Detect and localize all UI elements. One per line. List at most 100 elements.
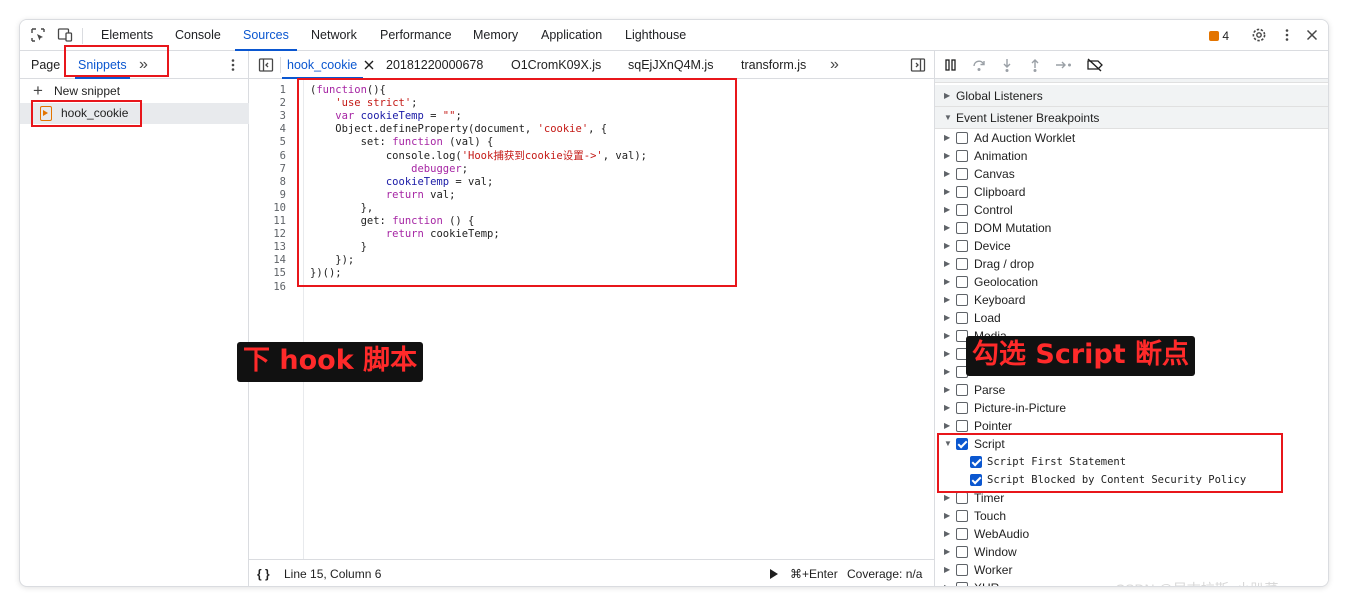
breakpoint-checkbox[interactable]	[956, 312, 968, 324]
breakpoint-checkbox[interactable]	[956, 276, 968, 288]
expand-arrow-icon[interactable]: ▶	[944, 255, 950, 273]
expand-arrow-icon[interactable]: ▶	[944, 219, 950, 237]
section-global-listeners[interactable]: ▶ Global Listeners	[935, 85, 1328, 107]
breakpoint-category-dom-mutation[interactable]: ▶ DOM Mutation	[935, 219, 1328, 237]
breakpoint-checkbox[interactable]	[970, 456, 982, 468]
tab-page[interactable]: Page	[31, 51, 60, 79]
expand-arrow-icon[interactable]: ▶	[944, 273, 950, 291]
breakpoint-checkbox[interactable]	[956, 186, 968, 198]
tab-memory[interactable]: Memory	[473, 20, 518, 51]
breakpoint-checkbox[interactable]	[956, 438, 968, 450]
tab-sources[interactable]: Sources	[235, 20, 297, 51]
expand-arrow-icon[interactable]: ▶	[944, 309, 950, 327]
breakpoint-category-timer[interactable]: ▶ Timer	[935, 489, 1328, 507]
toggle-navigator-icon[interactable]	[258, 57, 274, 73]
expand-arrow-icon[interactable]: ▶	[944, 363, 950, 381]
breakpoint-checkbox[interactable]	[956, 510, 968, 522]
breakpoint-category-canvas[interactable]: ▶ Canvas	[935, 165, 1328, 183]
tab-performance[interactable]: Performance	[380, 20, 452, 51]
more-tabs-chevron-icon[interactable]: »	[139, 51, 148, 79]
expand-arrow-icon[interactable]: ▶	[944, 579, 950, 586]
snippet-item-hook-cookie[interactable]: hook_cookie	[20, 103, 249, 124]
editor-tab-2[interactable]: 20181220000678	[386, 51, 483, 79]
breakpoint-category-worker[interactable]: ▶ Worker	[935, 561, 1328, 579]
breakpoint-category-pointer[interactable]: ▶ Pointer	[935, 417, 1328, 435]
tab-console[interactable]: Console	[175, 20, 221, 51]
step-into-icon[interactable]	[999, 57, 1015, 73]
breakpoint-category-load[interactable]: ▶ Load	[935, 309, 1328, 327]
breakpoint-category-keyboard[interactable]: ▶ Keyboard	[935, 291, 1328, 309]
breakpoint-subitem[interactable]: Script Blocked by Content Security Polic…	[935, 471, 1328, 489]
expand-arrow-icon[interactable]: ▶	[944, 399, 950, 417]
more-editor-tabs-chevron-icon[interactable]: »	[830, 51, 839, 79]
step-icon[interactable]	[1054, 57, 1074, 73]
expand-arrow-icon[interactable]: ▶	[944, 543, 950, 561]
step-out-icon[interactable]	[1027, 57, 1043, 73]
expand-arrow-icon[interactable]: ▶	[944, 327, 950, 345]
breakpoint-checkbox[interactable]	[956, 402, 968, 414]
editor-tab-3[interactable]: O1CromK09X.js	[511, 51, 601, 79]
breakpoint-category-clipboard[interactable]: ▶ Clipboard	[935, 183, 1328, 201]
breakpoint-subitem[interactable]: Script First Statement	[935, 453, 1328, 471]
breakpoint-checkbox[interactable]	[956, 168, 968, 180]
expand-arrow-icon[interactable]: ▶	[944, 345, 950, 363]
editor-tab-4[interactable]: sqEjJXnQ4M.js	[628, 51, 713, 79]
editor-tab-hook-cookie[interactable]: hook_cookie	[281, 51, 364, 79]
expand-arrow-icon[interactable]: ▶	[944, 201, 950, 219]
breakpoint-category-animation[interactable]: ▶ Animation	[935, 147, 1328, 165]
expand-arrow-icon[interactable]: ▶	[944, 183, 950, 201]
close-tab-icon[interactable]	[362, 58, 376, 72]
close-devtools-icon[interactable]	[1304, 27, 1320, 43]
expand-arrow-icon[interactable]: ▶	[944, 561, 950, 579]
navigator-menu-icon[interactable]	[227, 57, 239, 73]
breakpoint-category-parse[interactable]: ▶ Parse	[935, 381, 1328, 399]
pretty-print-icon[interactable]: { }	[257, 560, 270, 586]
breakpoint-checkbox[interactable]	[956, 582, 968, 586]
settings-gear-icon[interactable]	[1251, 27, 1267, 43]
breakpoint-checkbox[interactable]	[956, 240, 968, 252]
code-editor[interactable]: (function(){ 'use strict'; var cookieTem…	[249, 79, 935, 559]
run-shortcut[interactable]: ⌘+Enter	[790, 560, 838, 586]
expand-arrow-icon[interactable]: ▶	[944, 381, 950, 399]
more-options-icon[interactable]	[1279, 27, 1295, 43]
tab-application[interactable]: Application	[541, 20, 602, 51]
breakpoint-checkbox[interactable]	[956, 132, 968, 144]
breakpoint-category-window[interactable]: ▶ Window	[935, 543, 1328, 561]
breakpoint-category-geolocation[interactable]: ▶ Geolocation	[935, 273, 1328, 291]
expand-arrow-icon[interactable]: ▶	[944, 489, 950, 507]
step-over-icon[interactable]	[971, 57, 987, 73]
device-toolbar-icon[interactable]	[57, 27, 73, 43]
breakpoint-checkbox[interactable]	[956, 150, 968, 162]
breakpoint-category-device[interactable]: ▶ Device	[935, 237, 1328, 255]
section-event-listener-breakpoints[interactable]: ▼ Event Listener Breakpoints	[935, 107, 1328, 129]
expand-arrow-icon[interactable]: ▶	[944, 525, 950, 543]
expand-arrow-icon[interactable]: ▶	[944, 147, 950, 165]
breakpoint-checkbox[interactable]	[956, 420, 968, 432]
editor-tab-5[interactable]: transform.js	[741, 51, 806, 79]
breakpoint-category-script[interactable]: ▼ Script	[935, 435, 1328, 453]
breakpoint-checkbox[interactable]	[956, 564, 968, 576]
tab-snippets[interactable]: Snippets	[75, 51, 130, 79]
breakpoint-checkbox[interactable]	[956, 258, 968, 270]
breakpoint-checkbox[interactable]	[956, 546, 968, 558]
tab-elements[interactable]: Elements	[101, 20, 153, 51]
expand-arrow-icon[interactable]: ▶	[944, 237, 950, 255]
breakpoint-checkbox[interactable]	[956, 492, 968, 504]
breakpoint-checkbox[interactable]	[970, 474, 982, 486]
deactivate-breakpoints-icon[interactable]	[1086, 57, 1104, 73]
breakpoint-category-webaudio[interactable]: ▶ WebAudio	[935, 525, 1328, 543]
breakpoint-checkbox[interactable]	[956, 294, 968, 306]
tab-lighthouse[interactable]: Lighthouse	[625, 20, 686, 51]
breakpoint-category-picture-in-picture[interactable]: ▶ Picture-in-Picture	[935, 399, 1328, 417]
collapse-arrow-icon[interactable]: ▼	[944, 435, 952, 453]
breakpoint-checkbox[interactable]	[956, 222, 968, 234]
expand-arrow-icon[interactable]: ▶	[944, 165, 950, 183]
pause-icon[interactable]	[943, 57, 959, 73]
breakpoint-category-drag-drop[interactable]: ▶ Drag / drop	[935, 255, 1328, 273]
breakpoint-category-touch[interactable]: ▶ Touch	[935, 507, 1328, 525]
inspect-element-icon[interactable]	[30, 27, 46, 43]
breakpoint-category-ad-auction-worklet[interactable]: ▶ Ad Auction Worklet	[935, 129, 1328, 147]
expand-arrow-icon[interactable]: ▶	[944, 507, 950, 525]
expand-arrow-icon[interactable]: ▶	[944, 291, 950, 309]
expand-arrow-icon[interactable]: ▶	[944, 129, 950, 147]
